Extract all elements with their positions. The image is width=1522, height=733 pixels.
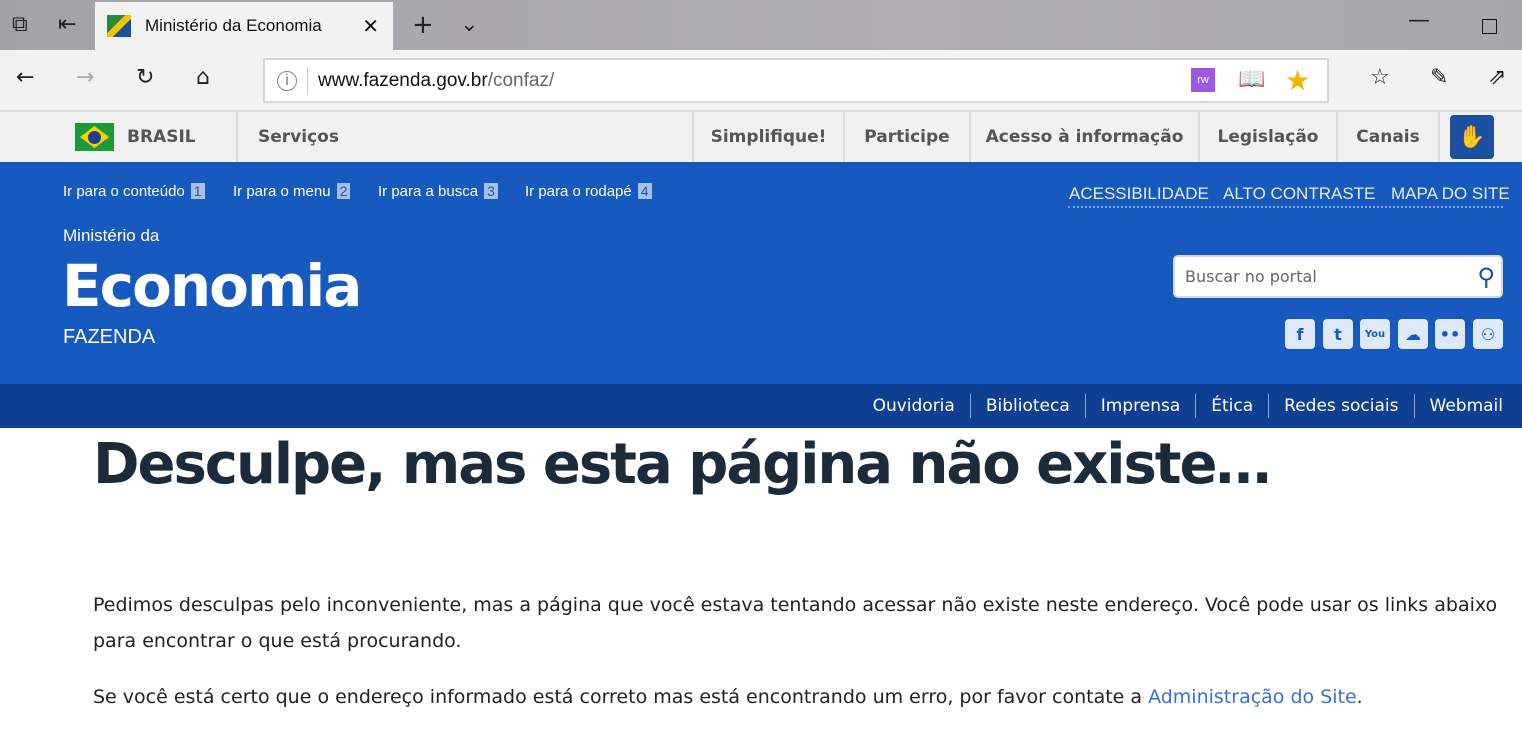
refresh-icon[interactable]: ↻ [136, 65, 154, 90]
back-icon[interactable]: ← [16, 65, 34, 90]
nav-etica[interactable]: Ética [1211, 396, 1253, 416]
url-host: www.fazenda.gov.br [318, 69, 488, 91]
facebook-icon[interactable]: f [1285, 319, 1315, 349]
govbar-item[interactable]: Canais [1336, 112, 1440, 162]
nav-redes-sociais[interactable]: Redes sociais [1284, 396, 1398, 416]
govbar-item[interactable]: Simplifique! [692, 112, 843, 162]
minimize-icon[interactable]: — [1408, 8, 1430, 33]
youtube-icon[interactable]: You [1360, 319, 1390, 349]
home-icon[interactable]: ⌂ [196, 65, 210, 90]
forward-icon[interactable]: → [76, 65, 94, 90]
tab-manager-icon[interactable]: ⧉ [12, 12, 28, 37]
page-title: Desculpe, mas esta página não existe… [93, 432, 1272, 497]
skip-link[interactable]: Ir para o conteúdo 1 [63, 183, 205, 200]
gov-bar: BRASIL Serviços Simplifique! Participe A… [0, 110, 1522, 162]
reading-view-icon[interactable]: 📖 [1238, 66, 1265, 92]
skip-link[interactable]: Ir para o rodapé 4 [525, 183, 652, 200]
nav-imprensa[interactable]: Imprensa [1101, 396, 1181, 416]
search-input[interactable]: Buscar no portal ⚲ [1173, 255, 1503, 298]
sub-navigation: Ouvidoria Biblioteca Imprensa Ética Rede… [0, 384, 1522, 428]
skip-link[interactable]: Ir para a busca 3 [378, 183, 498, 200]
share-icon[interactable]: ⇗ [1488, 65, 1506, 90]
maximize-icon[interactable] [1482, 19, 1497, 34]
site-title[interactable]: Economia [62, 252, 362, 320]
slideshare-icon[interactable]: ⚇ [1473, 319, 1503, 349]
tab-bar: ⧉ ⇤ Ministério da Economia ✕ + ⌄ — [0, 0, 1522, 50]
nav-biblioteca[interactable]: Biblioteca [986, 396, 1070, 416]
sitemap-link[interactable]: MAPA DO SITE [1391, 184, 1510, 204]
govbar-item[interactable]: Acesso à informação [969, 112, 1198, 162]
new-tab-icon[interactable]: + [412, 10, 434, 40]
address-bar[interactable]: i www.fazenda.gov.br/confaz/ rw 📖 ★ [263, 58, 1329, 103]
brasil-link[interactable]: BRASIL [75, 112, 196, 162]
browser-tab[interactable]: Ministério da Economia ✕ [95, 2, 393, 50]
brazil-flag-icon [75, 123, 114, 151]
site-subtitle: FAZENDA [63, 326, 156, 348]
soundcloud-icon[interactable]: ☁ [1398, 319, 1428, 349]
favorites-icon[interactable]: ☆ [1370, 65, 1390, 90]
close-tab-icon[interactable]: ✕ [362, 14, 379, 39]
extension-icon[interactable]: rw [1191, 68, 1215, 92]
accessibility-link[interactable]: ACESSIBILIDADE [1069, 184, 1209, 204]
favicon [107, 15, 131, 37]
site-pre-title: Ministério da [63, 226, 160, 245]
error-description: Pedimos desculpas pelo inconveniente, ma… [93, 594, 1498, 652]
high-contrast-link[interactable]: ALTO CONTRASTE [1223, 184, 1375, 204]
site-admin-link[interactable]: Administração do Site [1148, 686, 1357, 708]
tab-title: Ministério da Economia [145, 16, 322, 35]
web-note-icon[interactable]: ✎ [1430, 65, 1448, 90]
contact-paragraph: Se você está certo que o endereço inform… [93, 686, 1363, 708]
govbar-item[interactable]: Legislação [1198, 112, 1336, 162]
url-path: /confaz/ [487, 69, 555, 91]
divider [1068, 206, 1503, 208]
sign-language-icon[interactable]: ✋ [1450, 115, 1494, 159]
skip-link[interactable]: Ir para o menu 2 [233, 183, 351, 200]
nav-webmail[interactable]: Webmail [1430, 396, 1504, 416]
chevron-down-icon[interactable]: ⌄ [460, 12, 478, 37]
servicos-link[interactable]: Serviços [236, 112, 692, 162]
favorite-star-icon[interactable]: ★ [1285, 64, 1310, 97]
flickr-icon[interactable]: •• [1435, 319, 1465, 349]
info-icon[interactable]: i [277, 70, 297, 91]
search-icon[interactable]: ⚲ [1477, 263, 1495, 291]
twitter-icon[interactable]: t [1323, 319, 1353, 349]
govbar-item[interactable]: Participe [843, 112, 969, 162]
set-aside-tabs-icon[interactable]: ⇤ [58, 12, 76, 37]
nav-ouvidoria[interactable]: Ouvidoria [873, 396, 955, 416]
